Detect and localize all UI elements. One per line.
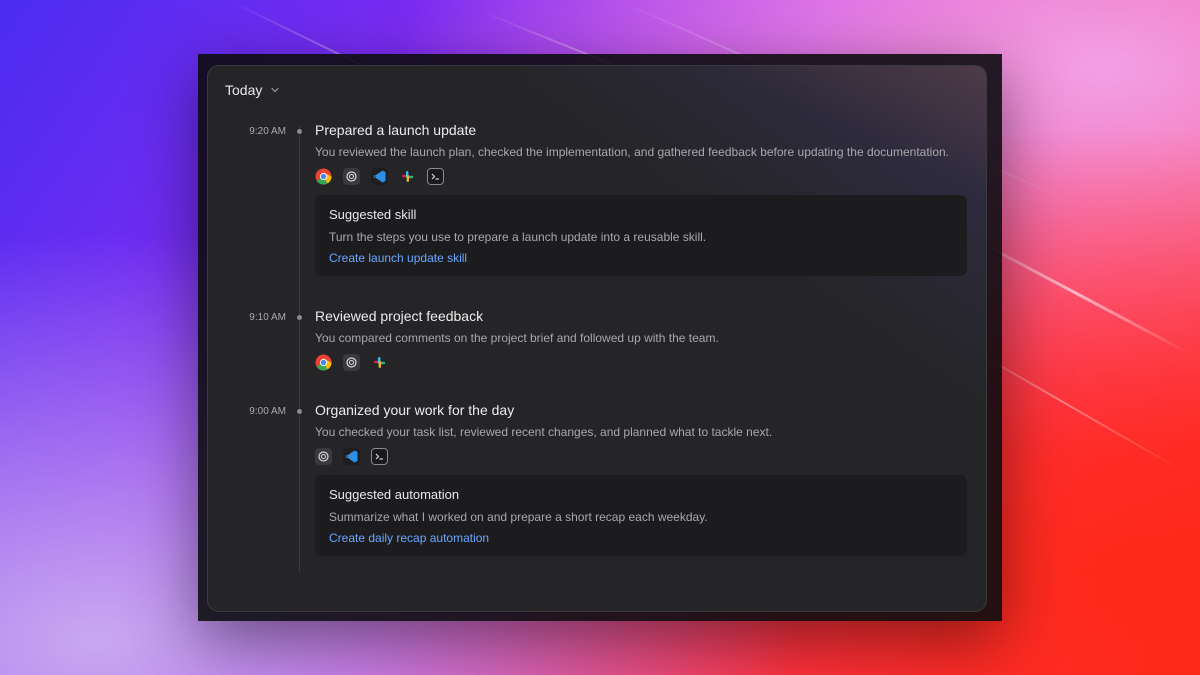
suggestion-title: Suggested automation [329, 487, 460, 502]
date-filter-dropdown[interactable]: Today [225, 82, 280, 98]
entry-title: Organized your work for the day [315, 402, 515, 418]
suggestion-card: Suggested skill Turn the steps you use t… [315, 195, 967, 276]
vscode-icon [371, 168, 388, 185]
timeline-dot [297, 129, 302, 134]
chevron-down-icon [271, 87, 279, 93]
vscode-icon [343, 448, 360, 465]
timeline-line [299, 126, 300, 572]
create-automation-link[interactable]: Create daily recap automation [329, 531, 489, 545]
app-window: Today 9:20 AM Prepared a launch update Y… [198, 54, 1002, 621]
entry-time: 9:10 AM [249, 312, 286, 323]
settings-app-icon [343, 168, 360, 185]
timeline-dot [297, 409, 302, 414]
suggestion-card: Suggested automation Summarize what I wo… [315, 475, 967, 556]
chrome-icon [315, 168, 332, 185]
terminal-icon [427, 168, 444, 185]
entry-title: Prepared a launch update [315, 122, 477, 138]
entry-description: You reviewed the launch plan, checked th… [315, 145, 950, 159]
entry-title: Reviewed project feedback [315, 308, 484, 324]
date-filter-label: Today [225, 82, 263, 98]
chrome-icon [315, 354, 332, 371]
create-skill-link[interactable]: Create launch update skill [329, 251, 467, 265]
terminal-icon [371, 448, 388, 465]
settings-app-icon [315, 448, 332, 465]
entry-description: You compared comments on the project bri… [315, 331, 719, 345]
timeline-dot [297, 315, 302, 320]
entry-time: 9:00 AM [249, 406, 286, 417]
entry-description: You checked your task list, reviewed rec… [315, 425, 773, 439]
settings-app-icon [343, 354, 360, 371]
entry-time: 9:20 AM [249, 126, 286, 137]
slack-icon [371, 354, 388, 371]
suggestion-title: Suggested skill [329, 207, 417, 222]
app-icons [315, 168, 444, 185]
slack-icon [399, 168, 416, 185]
app-icons [315, 354, 388, 371]
activity-panel: Today 9:20 AM Prepared a launch update Y… [207, 65, 987, 612]
suggestion-description: Summarize what I worked on and prepare a… [329, 510, 708, 524]
suggestion-description: Turn the steps you use to prepare a laun… [329, 230, 707, 244]
app-icons [315, 448, 388, 465]
